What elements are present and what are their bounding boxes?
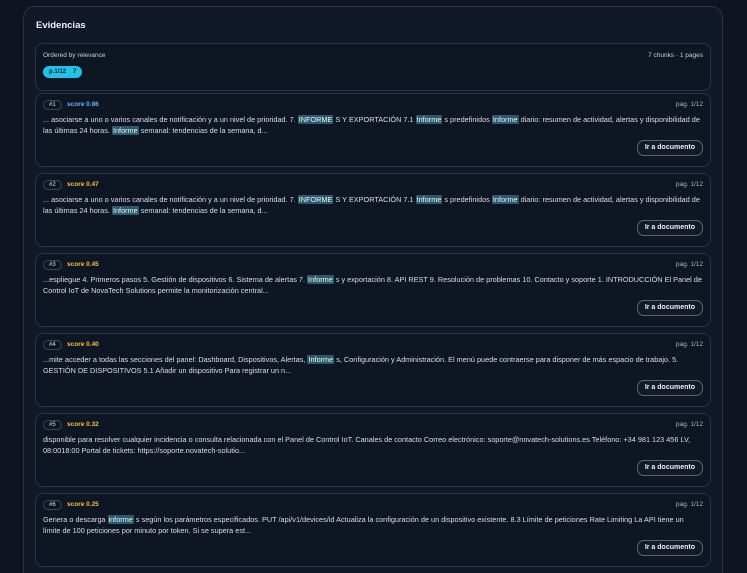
results-count: 7 chunks · 1 pages <box>648 52 703 59</box>
panel-title: Evidencias <box>36 20 86 31</box>
page-reference: pag. 1/12 <box>675 421 703 428</box>
go-to-document-button[interactable]: Ir a documento <box>636 140 703 156</box>
snippet-text: semanal: tendencias de la semana, d... <box>138 206 268 215</box>
go-to-document-button[interactable]: Ir a documento <box>636 380 703 396</box>
snippet-text: S Y EXPORTACIÓN 7.1 <box>333 195 416 204</box>
page-filter-chip[interactable]: p.1/12 7 <box>43 66 83 78</box>
relevance-score: score 0.32 <box>67 421 99 428</box>
highlight-match: Informe <box>307 275 334 284</box>
highlight-match: informe <box>107 515 134 524</box>
result-card: #1 score 0.86 pag. 1/12 ... asociarse a uno… <box>35 93 711 167</box>
result-snippet: disponible para resolver cualquier incid… <box>43 434 703 456</box>
go-to-document-button[interactable]: Ir a documento <box>636 300 703 316</box>
page-reference: pag. 1/12 <box>675 181 703 188</box>
snippet-text: semanal: tendencias de la semana, d... <box>138 126 268 135</box>
rank-badge: #6 <box>43 500 62 510</box>
relevance-score: score 0.40 <box>67 341 99 348</box>
highlight-match: Informe <box>415 195 443 204</box>
highlight-match: Informe <box>491 115 519 124</box>
go-to-document-button[interactable]: Ir a documento <box>636 460 703 476</box>
page-chip-label: p.1/12 <box>49 69 67 75</box>
snippet-text: disponible para resolver cualquier incid… <box>43 435 691 455</box>
snippet-text: ... asociarse a uno o varios canales de … <box>43 195 298 204</box>
result-snippet: ... asociarse a uno o varios canales de … <box>43 194 703 216</box>
relevance-score: score 0.25 <box>67 501 99 508</box>
rank-badge: #4 <box>43 340 62 350</box>
relevance-score: score 0.86 <box>67 101 99 108</box>
go-to-document-button[interactable]: Ir a documento <box>636 540 703 556</box>
result-card: #3 score 0.45 pag. 1/12 ...espliegue 4. Pri… <box>35 253 711 327</box>
snippet-text: Genera o descarga <box>43 515 108 524</box>
highlight-match: Informe <box>111 126 139 135</box>
result-card: #6 score 0.25 pag. 1/12 Genera o descarga i… <box>35 493 711 567</box>
page-reference: pag. 1/12 <box>675 261 703 268</box>
page-reference: pag. 1/12 <box>675 341 703 348</box>
results-summary: Ordered by relevance 7 chunks · 1 pages … <box>35 43 711 91</box>
snippet-text: ...mite acceder a todas las secciones de… <box>43 355 308 364</box>
page-chip-count: 7 <box>73 69 77 75</box>
snippet-text: ... asociarse a uno o varios canales de … <box>43 115 298 124</box>
highlight-match: Informe <box>111 206 139 215</box>
rank-badge: #3 <box>43 260 62 270</box>
snippet-text: s predefinidos <box>442 195 492 204</box>
highlight-match: Informe <box>307 355 335 364</box>
snippet-text: ...espliegue 4. Primeros pasos 5. Gestió… <box>43 275 308 284</box>
relevance-score: score 0.47 <box>67 181 99 188</box>
rank-badge: #2 <box>43 180 62 190</box>
page-reference: pag. 1/12 <box>675 101 703 108</box>
highlight-match: INFORME <box>297 115 334 124</box>
result-card: #2 score 0.47 pag. 1/12 ... asociarse a uno… <box>35 173 711 247</box>
snippet-text: S Y EXPORTACIÓN 7.1 <box>333 115 416 124</box>
snippet-text: s según los parámetros especificados. PU… <box>43 515 684 535</box>
highlight-match: Informe <box>491 195 519 204</box>
page-reference: pag. 1/12 <box>675 501 703 508</box>
result-snippet: ...mite acceder a todas las secciones de… <box>43 354 703 376</box>
snippet-text: s predefinidos <box>442 115 492 124</box>
highlight-match: INFORME <box>297 195 334 204</box>
result-snippet: ... asociarse a uno o varios canales de … <box>43 114 703 136</box>
relevance-score: score 0.45 <box>67 261 99 268</box>
highlight-match: Informe <box>415 115 443 124</box>
rank-badge: #5 <box>43 420 62 430</box>
result-snippet: ...espliegue 4. Primeros pasos 5. Gestió… <box>43 274 703 296</box>
result-card: #5 score 0.32 pag. 1/12 disponible para res… <box>35 413 711 487</box>
evidence-panel: Evidencias Ordered by relevance 7 chunks… <box>23 6 723 573</box>
sort-label: Ordered by relevance <box>43 52 106 59</box>
rank-badge: #1 <box>43 100 62 110</box>
result-snippet: Genera o descarga informe s según los pa… <box>43 514 703 536</box>
result-card: #4 score 0.40 pag. 1/12 ...mite acceder a t… <box>35 333 711 407</box>
go-to-document-button[interactable]: Ir a documento <box>636 220 703 236</box>
